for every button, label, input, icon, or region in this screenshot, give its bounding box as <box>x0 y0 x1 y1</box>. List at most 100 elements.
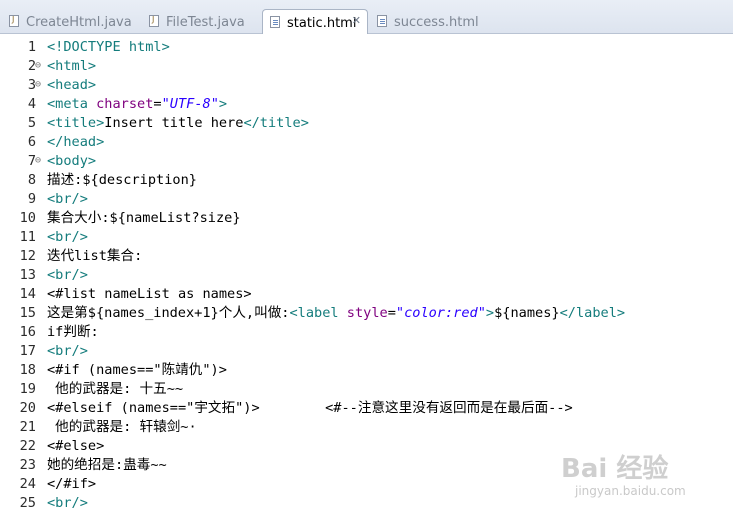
line-number: 17 <box>19 343 36 359</box>
fold-toggle-icon[interactable]: ⊖ <box>35 151 41 170</box>
code-text: 描述:${description} <box>47 171 197 190</box>
code-token: 迭代list集合: <box>47 248 143 264</box>
line-number: 22 <box>19 438 36 454</box>
code-text: <!DOCTYPE html> <box>47 38 170 57</box>
code-token: = <box>387 305 396 321</box>
code-text: <br/> <box>47 190 88 209</box>
code-token: <!DOCTYPE html> <box>47 39 170 55</box>
line-number: 8 <box>27 172 36 188</box>
code-text: 他的武器是: 十五~~ <box>47 380 183 399</box>
code-text: </#if> <box>47 475 96 494</box>
line-number: 6 <box>27 134 36 150</box>
code-token: <head> <box>47 77 97 93</box>
code-token: 集合大小:${nameList?size} <box>47 210 241 226</box>
code-token: </title> <box>243 115 309 131</box>
watermark-brand: Bai 经验 <box>561 454 669 484</box>
code-token: <br/> <box>47 495 88 511</box>
code-text: <head> <box>47 76 96 95</box>
java-file-icon <box>9 15 19 27</box>
code-text: 集合大小:${nameList?size} <box>47 209 241 228</box>
close-tab-icon[interactable]: ✕ <box>352 14 361 27</box>
tab-createhtml-java[interactable]: CreateHtml.java <box>2 9 140 34</box>
code-text: <br/> <box>47 266 88 285</box>
code-text: <meta charset="UTF-8"> <box>47 95 227 114</box>
code-token: <br/> <box>47 343 88 359</box>
code-token: style <box>346 305 388 321</box>
tab-success-html[interactable]: success.html <box>370 9 480 34</box>
code-text: 她的绝招是:蛊毒~~ <box>47 456 167 475</box>
line-number: 3 <box>27 77 36 93</box>
html-file-icon <box>270 16 280 28</box>
code-token: charset <box>96 96 154 112</box>
code-token: Insert title here <box>104 115 244 131</box>
code-text: if判断: <box>47 323 99 342</box>
code-text: </head> <box>47 133 104 152</box>
code-token: 他的武器是: 轩辕剑~· <box>47 419 197 435</box>
line-number: 5 <box>27 115 36 131</box>
line-number: 13 <box>19 267 36 283</box>
code-token: if判断: <box>47 324 99 340</box>
code-token: <html> <box>47 58 97 74</box>
code-token: <br/> <box>47 229 88 245</box>
code-token: <title> <box>47 115 105 131</box>
code-token: = <box>153 96 162 112</box>
line-number: 16 <box>19 324 36 340</box>
code-token: <#if (names=="陈靖仇")> <box>47 362 227 378</box>
code-token: 她的绝招是:蛊毒~~ <box>47 457 167 473</box>
code-text: <#list nameList as names> <box>47 285 252 304</box>
code-text: <br/> <box>47 494 88 513</box>
tab-label: FileTest.java <box>166 15 245 30</box>
tab-static-html[interactable]: static.html ✕ <box>262 9 368 34</box>
code-token: <br/> <box>47 267 88 283</box>
line-number: 25 <box>19 495 36 511</box>
line-number: 21 <box>19 419 36 435</box>
code-token: </#if> <box>47 476 97 492</box>
code-token: > <box>485 305 495 321</box>
code-token: 这是第${names_index+1}个人,叫做: <box>47 305 290 321</box>
code-token: <#elseif (names=="宇文拓")> <#--注意这里没有返回而是在… <box>47 400 573 416</box>
line-number: 15 <box>19 305 36 321</box>
code-text: <html> <box>47 57 96 76</box>
code-text: <br/> <box>47 342 88 361</box>
tab-filetest-java[interactable]: FileTest.java <box>142 9 260 34</box>
code-editor[interactable]: 1 <!DOCTYPE html> 2 ⊖ <html> 3 ⊖ <head> 4 <meta c… <box>0 34 733 515</box>
line-number: 11 <box>19 229 36 245</box>
code-token: </head> <box>47 134 105 150</box>
line-number: 9 <box>27 191 36 207</box>
code-text: 迭代list集合: <box>47 247 142 266</box>
code-text: 他的武器是: 轩辕剑~· <box>47 418 197 437</box>
code-text: <#if (names=="陈靖仇")> <box>47 361 227 380</box>
line-number: 7 <box>27 153 36 169</box>
fold-toggle-icon[interactable]: ⊖ <box>35 56 41 75</box>
tab-label: success.html <box>394 15 479 30</box>
html-file-icon <box>377 15 387 27</box>
line-number: 18 <box>19 362 36 378</box>
line-number: 10 <box>19 210 36 226</box>
code-token: <#list nameList as names> <box>47 286 252 302</box>
code-text: <body> <box>47 152 96 171</box>
code-text: <br/> <box>47 228 88 247</box>
line-number: 4 <box>27 96 36 112</box>
code-token: <body> <box>47 153 97 169</box>
code-text: 这是第${names_index+1}个人,叫做:<label style="c… <box>47 304 625 323</box>
baidu-watermark: Bai 经验 jingyan.baidu.com <box>555 448 725 506</box>
line-number: 20 <box>19 400 36 416</box>
line-number: 23 <box>19 457 36 473</box>
watermark-url: jingyan.baidu.com <box>575 484 686 498</box>
line-number: 1 <box>27 39 36 55</box>
code-token: 描述:${description} <box>47 172 197 188</box>
code-token: <label <box>289 305 347 321</box>
line-number: 12 <box>19 248 36 264</box>
line-number: 19 <box>19 381 36 397</box>
code-token: <meta <box>47 96 97 112</box>
code-token: > <box>218 96 228 112</box>
code-token: </label> <box>559 305 626 321</box>
line-number: 14 <box>19 286 36 302</box>
line-number: 2 <box>27 58 36 74</box>
fold-toggle-icon[interactable]: ⊖ <box>35 75 41 94</box>
editor-tab-bar: CreateHtml.java FileTest.java static.htm… <box>0 0 733 34</box>
line-number: 24 <box>19 476 36 492</box>
code-token: "UTF-8" <box>161 96 219 112</box>
code-token: <br/> <box>47 191 88 207</box>
code-token: 他的武器是: 十五~~ <box>47 381 184 397</box>
